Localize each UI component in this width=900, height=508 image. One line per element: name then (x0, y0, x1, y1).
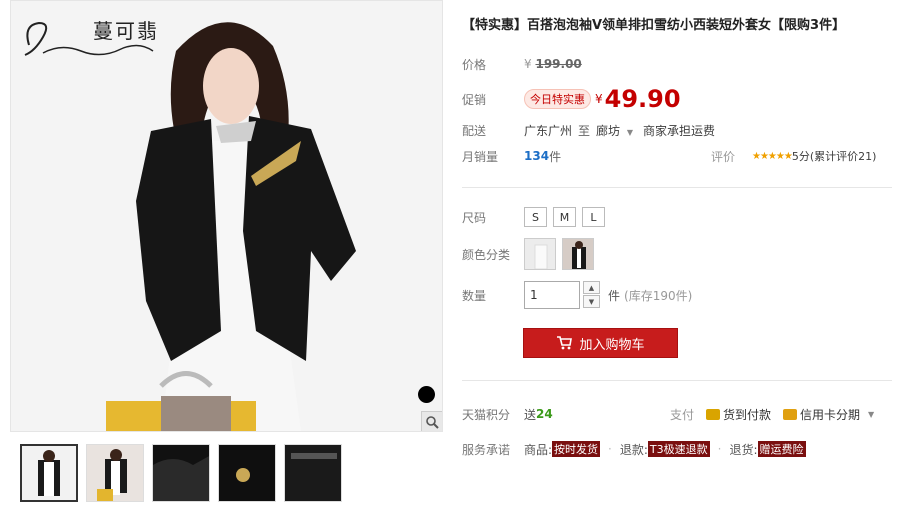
thumbnail-3[interactable] (152, 444, 210, 502)
points-prefix: 送 (524, 407, 537, 422)
quantity-label: 数量 (462, 288, 487, 303)
sales-unit: 件 (549, 149, 562, 164)
shipping-from: 广东广州 (524, 123, 573, 138)
product-info: 【特实惠】百搭泡泡袖V领单排扣雪纺小西装短外套女【限购3件】 价格 ¥ 199.… (462, 0, 892, 508)
credit-card-icon (783, 408, 798, 420)
divider (462, 187, 892, 188)
increment-button[interactable]: ▲ (583, 281, 600, 294)
points-row: 天猫积分 送 24 支付 货到付款 信用卡分期 ▼ (462, 403, 892, 425)
thumbnail-strip (10, 440, 443, 504)
service-prefix: 退货: (729, 442, 758, 457)
price-label: 价格 (462, 57, 487, 72)
shipping-fee-note: 商家承担运费 (643, 123, 716, 138)
sales-row: 月销量 134 件 评价 ★★★★★ 5分(累计评价21) (462, 145, 892, 167)
main-product-image[interactable]: 蔓可翡 (10, 0, 443, 432)
quantity-row: 数量 1 ▲ ▼ 件 (库存190件) (462, 280, 692, 310)
currency-symbol: ¥ (524, 57, 532, 71)
thumbnail-2[interactable] (86, 444, 144, 502)
payment-label: 支付 (670, 407, 695, 422)
quantity-unit: 件 (608, 288, 621, 303)
thumbnail-4[interactable] (218, 444, 276, 502)
shipping-to-word: 至 (578, 123, 591, 138)
size-option-l[interactable]: L (582, 207, 605, 227)
quantity-stepper: ▲ ▼ (583, 281, 600, 309)
service-row: 服务承诺 商品: 按时发货 · 退款: T3极速退款 · 退货: 赠运费险 (462, 438, 814, 460)
thumbnail-1[interactable] (20, 444, 78, 502)
original-price-row: 价格 ¥ 199.00 (462, 53, 582, 75)
color-option-black[interactable] (562, 238, 594, 270)
review-label: 评价 (711, 149, 736, 164)
cash-on-delivery-icon (706, 408, 721, 420)
divider (462, 380, 892, 381)
color-label: 颜色分类 (462, 247, 511, 262)
product-gallery: 蔓可翡 (10, 0, 443, 508)
rating-text: 5分(累计评价21) (791, 150, 877, 163)
payment-option-cod[interactable]: 货到付款 (706, 406, 771, 423)
service-prefix: 商品: (524, 442, 553, 457)
shipping-destination: 廊坊 (596, 123, 621, 138)
color-option-white[interactable] (524, 238, 556, 270)
promo-price-row: 促销 今日特实惠 ¥ 49.90 (462, 85, 681, 113)
size-option-m[interactable]: M (553, 207, 576, 227)
rating-link[interactable]: ★★★★★ 5分(累计评价21) (752, 148, 876, 164)
decrement-button[interactable]: ▼ (583, 295, 600, 308)
current-price: 49.90 (604, 85, 681, 113)
service-tag[interactable]: 按时发货 (552, 441, 601, 457)
promo-tag: 今日特实惠 (524, 89, 591, 109)
size-row: 尺码 S M L (462, 206, 605, 228)
service-tag[interactable]: 赠运费险 (757, 441, 806, 457)
promo-label: 促销 (462, 92, 487, 107)
original-price: ¥ 199.00 (524, 57, 582, 71)
quantity-input[interactable]: 1 (524, 281, 580, 309)
currency-symbol: ¥ (595, 92, 603, 106)
service-tag[interactable]: T3极速退款 (647, 441, 710, 457)
service-prefix: 退款: (619, 442, 648, 457)
payment-options: 支付 货到付款 信用卡分期 ▼ (670, 406, 886, 423)
size-option-s[interactable]: S (524, 207, 547, 227)
model-photo (11, 1, 442, 431)
magnifier-icon[interactable] (421, 411, 442, 431)
zoom-indicator (418, 386, 435, 403)
separator: · (608, 442, 612, 456)
chevron-down-icon: ▼ (626, 127, 634, 137)
payment-option-label: 信用卡分期 (800, 407, 861, 422)
add-to-cart-button[interactable]: 加入购物车 (523, 328, 678, 358)
star-rating-icon: ★★★★★ (752, 150, 793, 162)
payment-option-label: 货到付款 (723, 407, 772, 422)
sales-label: 月销量 (462, 149, 499, 164)
shipping-row: 配送 广东广州 至 廊坊 ▼ 商家承担运费 (462, 119, 715, 141)
thumbnail-5[interactable] (284, 444, 342, 502)
service-label: 服务承诺 (462, 442, 511, 457)
shipping-label: 配送 (462, 123, 487, 138)
cart-icon (557, 336, 573, 350)
brand-logo: 蔓可翡 (21, 9, 171, 61)
points-label: 天猫积分 (462, 407, 511, 422)
payment-option-credit[interactable]: 信用卡分期 ▼ (783, 406, 874, 423)
stock-text: (库存190件) (624, 288, 693, 303)
color-row: 颜色分类 (462, 238, 600, 270)
points-value: 24 (536, 407, 553, 421)
separator: · (717, 442, 722, 456)
add-to-cart-label: 加入购物车 (579, 337, 645, 353)
original-price-value: 199.00 (535, 57, 582, 71)
sales-count: 134 (524, 149, 550, 163)
brand-name: 蔓可翡 (93, 19, 159, 43)
product-title: 【特实惠】百搭泡泡袖V领单排扣雪纺小西装短外套女【限购3件】 (462, 18, 846, 33)
chevron-down-icon: ▼ (868, 409, 875, 419)
size-options: S M L (524, 207, 605, 227)
size-label: 尺码 (462, 210, 487, 225)
shipping-destination-select[interactable]: 廊坊 ▼ (596, 122, 633, 139)
